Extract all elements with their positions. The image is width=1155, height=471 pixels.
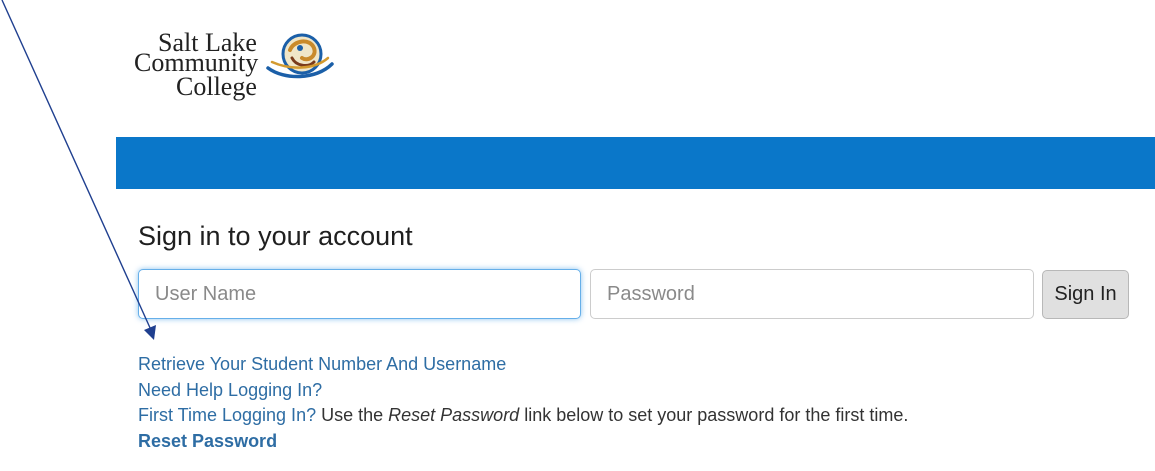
logo-text-line3: College: [176, 72, 257, 101]
retrieve-student-number-link[interactable]: Retrieve Your Student Number And Usernam…: [138, 354, 506, 374]
page-title: Sign in to your account: [138, 221, 413, 251]
need-help-link[interactable]: Need Help Logging In?: [138, 380, 322, 400]
first-time-post-text: link below to set your password for the …: [519, 405, 909, 425]
username-input[interactable]: [138, 269, 581, 319]
help-links: Retrieve Your Student Number And Usernam…: [138, 352, 908, 454]
first-time-pre-text: Use the: [316, 405, 389, 425]
college-logo: Salt Lake Community College: [134, 14, 364, 124]
slcc-swirl-icon: [266, 33, 334, 79]
reset-password-link[interactable]: Reset Password: [138, 431, 277, 451]
first-time-row: First Time Logging In? Use the Reset Pas…: [138, 403, 908, 429]
sign-in-button[interactable]: Sign In: [1042, 270, 1129, 319]
password-input[interactable]: [590, 269, 1034, 319]
first-time-emph-text: Reset Password: [388, 405, 520, 425]
header-banner: [116, 137, 1155, 189]
first-time-link[interactable]: First Time Logging In?: [138, 405, 316, 425]
